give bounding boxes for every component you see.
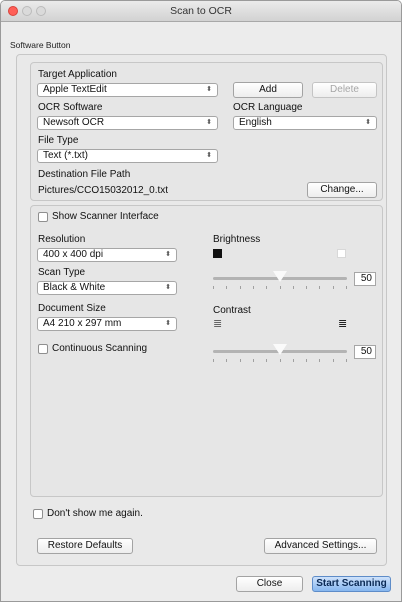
slider-tick	[213, 286, 214, 289]
slider-tick	[306, 359, 308, 362]
tab-software-button[interactable]: Software Button	[10, 40, 70, 50]
resolution-select[interactable]: 400 x 400 dpi ⬍	[37, 248, 177, 262]
brightness-value-field[interactable]: 50	[354, 272, 376, 286]
dont-show-again-checkbox[interactable]	[33, 509, 43, 519]
slider-tick	[279, 359, 281, 362]
show-scanner-interface-label: Show Scanner Interface	[52, 211, 159, 222]
brightness-slider-ticks	[213, 286, 347, 289]
high-contrast-icon: ≣	[338, 318, 348, 330]
up-down-arrows-icon: ⬍	[165, 320, 171, 327]
slider-tick	[226, 286, 228, 289]
ocr-software-select[interactable]: Newsoft OCR ⬍	[37, 116, 218, 130]
slider-tick	[332, 359, 334, 362]
slider-tick	[239, 286, 241, 289]
title-bar: Scan to OCR	[1, 1, 401, 22]
target-application-select[interactable]: Apple TextEdit ⬍	[37, 83, 218, 97]
slider-tick	[346, 359, 347, 362]
file-type-select[interactable]: Text (*.txt) ⬍	[37, 149, 218, 163]
contrast-value-field[interactable]: 50	[354, 345, 376, 359]
document-size-select[interactable]: A4 210 x 297 mm ⬍	[37, 317, 177, 331]
document-size-value: A4 210 x 297 mm	[43, 318, 122, 329]
brightness-label: Brightness	[213, 234, 261, 245]
ocr-language-select[interactable]: English ⬍	[233, 116, 377, 130]
scan-to-ocr-window: Scan to OCR Software Button Target Appli…	[0, 0, 402, 602]
slider-tick	[279, 286, 281, 289]
slider-tick	[332, 286, 334, 289]
low-contrast-icon: ≣	[213, 318, 223, 330]
ocr-software-label: OCR Software	[38, 102, 103, 113]
slider-tick	[226, 359, 228, 362]
close-button[interactable]: Close	[236, 576, 303, 592]
slider-tick	[306, 286, 308, 289]
advanced-settings-button[interactable]: Advanced Settings...	[264, 538, 377, 554]
dark-brightness-icon	[213, 249, 222, 258]
ocr-language-value: English	[239, 117, 272, 128]
slider-tick	[239, 359, 241, 362]
dont-show-again-label: Don't show me again.	[47, 508, 143, 519]
slider-tick	[319, 286, 321, 289]
up-down-arrows-icon: ⬍	[206, 86, 212, 93]
slider-tick	[292, 286, 294, 289]
ocr-language-label: OCR Language	[233, 102, 303, 113]
window-title: Scan to OCR	[170, 5, 232, 17]
up-down-arrows-icon: ⬍	[165, 284, 171, 291]
scan-type-select[interactable]: Black & White ⬍	[37, 281, 177, 295]
slider-tick	[346, 286, 347, 289]
slider-tick	[252, 286, 254, 289]
contrast-label: Contrast	[213, 305, 251, 316]
slider-tick	[266, 286, 268, 289]
show-scanner-interface-checkbox[interactable]	[38, 212, 48, 222]
add-button[interactable]: Add	[233, 82, 303, 98]
target-application-value: Apple TextEdit	[43, 84, 107, 95]
resolution-label: Resolution	[38, 234, 86, 245]
slider-tick	[319, 359, 321, 362]
up-down-arrows-icon: ⬍	[165, 251, 171, 258]
up-down-arrows-icon: ⬍	[365, 119, 371, 126]
file-type-value: Text (*.txt)	[43, 150, 89, 161]
file-type-label: File Type	[38, 135, 79, 146]
target-application-label: Target Application	[38, 69, 117, 80]
change-path-button[interactable]: Change...	[307, 182, 377, 198]
continuous-scanning-label: Continuous Scanning	[52, 343, 148, 354]
light-brightness-icon	[337, 249, 346, 258]
scan-type-label: Scan Type	[38, 267, 86, 278]
slider-tick	[252, 359, 254, 362]
destination-file-path-value: Pictures/CCO15032012_0.txt	[38, 185, 169, 196]
contrast-slider-ticks	[213, 359, 347, 362]
resolution-value: 400 x 400 dpi	[43, 249, 104, 260]
scan-type-value: Black & White	[43, 282, 106, 293]
continuous-scanning-checkbox[interactable]	[38, 344, 48, 354]
brightness-slider-knob[interactable]	[273, 271, 287, 282]
slider-tick	[213, 359, 214, 362]
delete-button[interactable]: Delete	[312, 82, 377, 98]
slider-tick	[292, 359, 294, 362]
slider-tick	[266, 359, 268, 362]
up-down-arrows-icon: ⬍	[206, 152, 212, 159]
up-down-arrows-icon: ⬍	[206, 119, 212, 126]
restore-defaults-button[interactable]: Restore Defaults	[37, 538, 133, 554]
document-size-label: Document Size	[38, 303, 106, 314]
ocr-software-value: Newsoft OCR	[43, 117, 105, 128]
start-scanning-button[interactable]: Start Scanning	[312, 576, 391, 592]
destination-file-path-label: Destination File Path	[38, 169, 131, 180]
contrast-slider-knob[interactable]	[273, 344, 287, 355]
